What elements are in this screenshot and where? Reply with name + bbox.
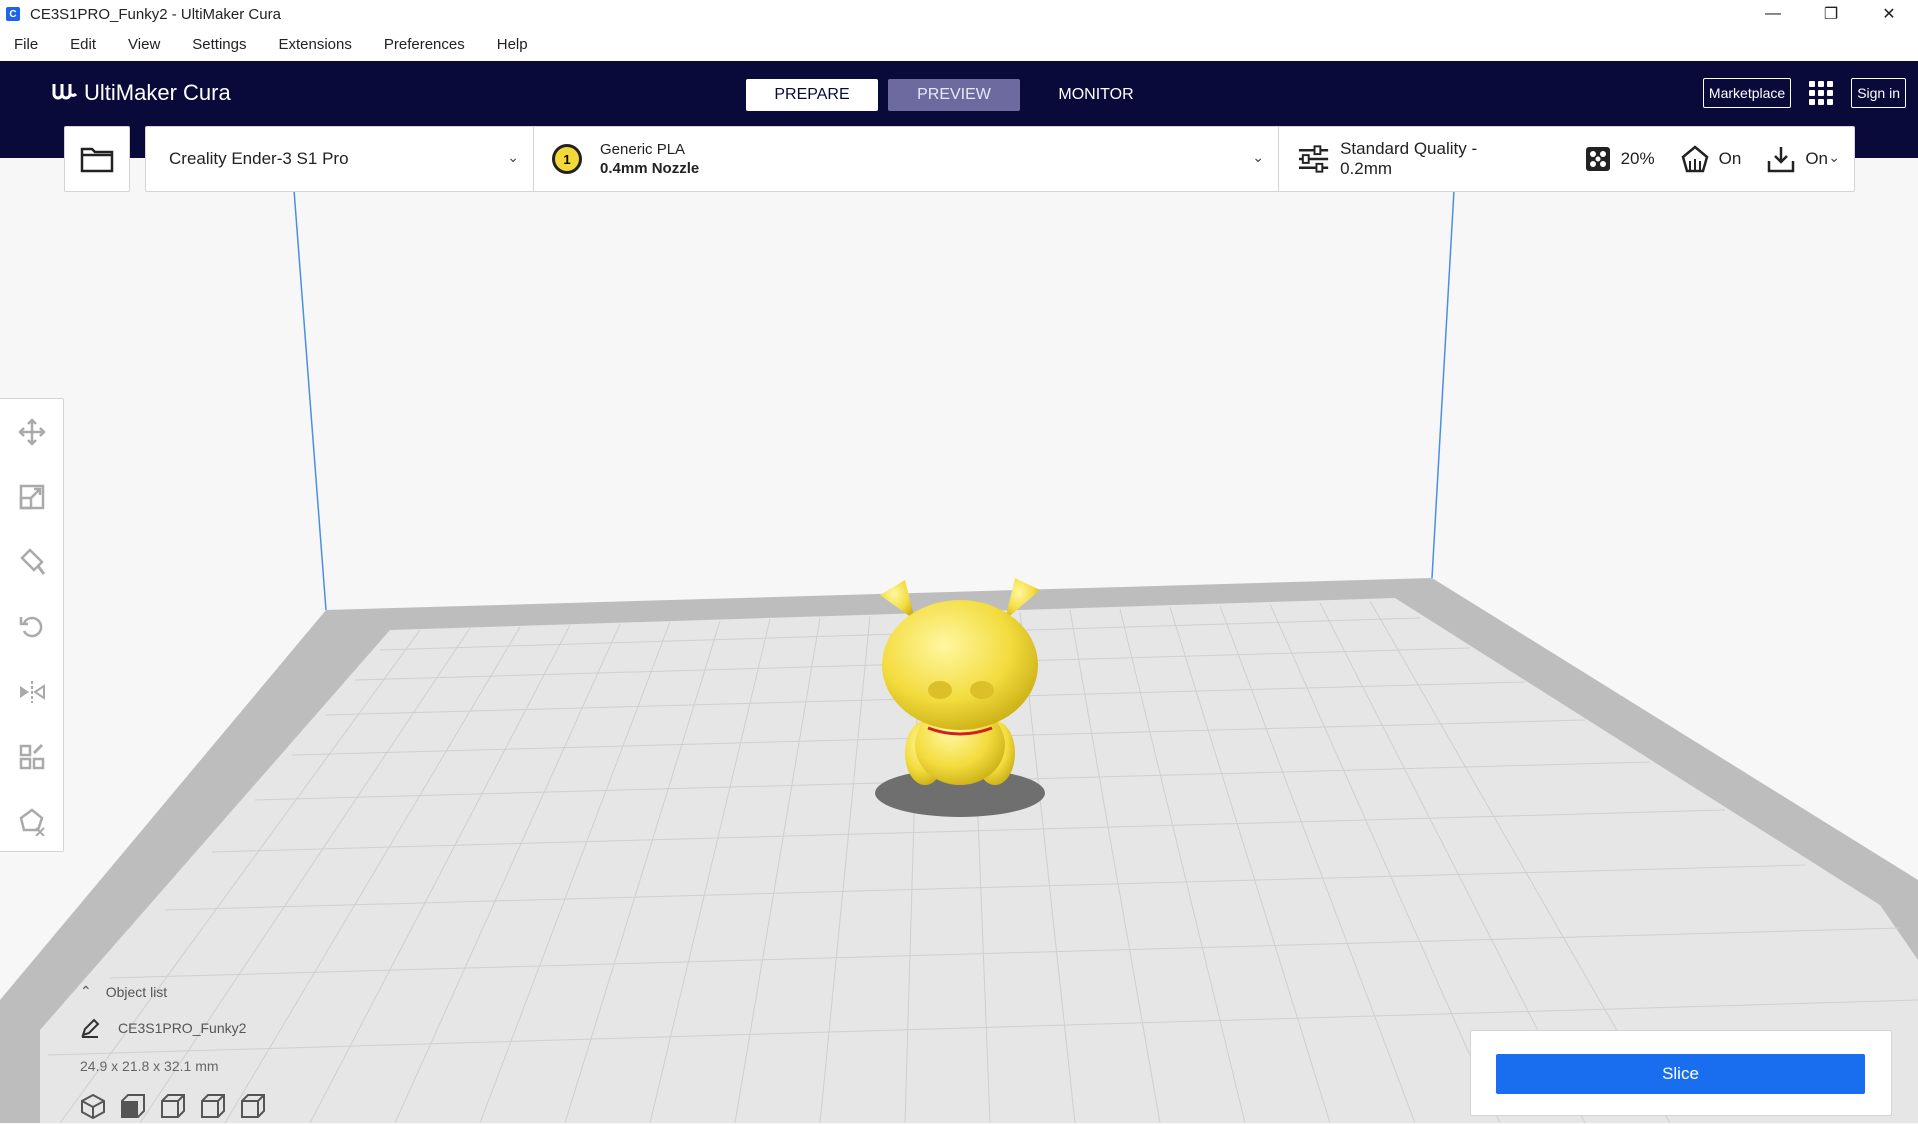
move-icon — [17, 417, 46, 446]
per-model-settings-icon — [19, 743, 44, 769]
slice-button[interactable]: Slice — [1496, 1054, 1865, 1094]
window-titlebar: C CE3S1PRO_Funky2 - UltiMaker Cura — ❐ ✕ — [0, 0, 1918, 28]
printer-selector[interactable]: Creality Ender-3 S1 Pro ⌄ — [146, 127, 534, 191]
slice-panel: Slice — [1470, 1030, 1892, 1116]
object-name: CE3S1PRO_Funky2 — [118, 1020, 247, 1036]
adhesion-icon — [1768, 147, 1795, 173]
support-icon — [1681, 145, 1709, 173]
infill-icon — [1585, 147, 1610, 171]
nozzle-size: 0.4mm Nozzle — [600, 160, 700, 177]
restore-icon[interactable]: ❐ — [1802, 0, 1860, 28]
close-icon[interactable]: ✕ — [1860, 0, 1918, 28]
view-top-icon[interactable] — [160, 1093, 186, 1124]
support-blocker-tool[interactable] — [0, 789, 63, 854]
3d-viewport[interactable] — [0, 158, 1918, 1123]
chevron-down-icon: ⌄ — [1252, 149, 1264, 165]
object-list-item[interactable]: CE3S1PRO_Funky2 — [80, 1018, 246, 1038]
object-dimensions: 24.9 x 21.8 x 32.1 mm — [80, 1058, 219, 1074]
window-title: CE3S1PRO_Funky2 - UltiMaker Cura — [30, 5, 281, 23]
menu-extensions[interactable]: Extensions — [278, 36, 351, 53]
marketplace-button[interactable]: Marketplace — [1702, 78, 1792, 108]
ultimaker-logo: UltiMaker Cura — [52, 80, 231, 106]
menu-help[interactable]: Help — [497, 36, 528, 53]
minimize-icon[interactable]: — — [1744, 0, 1802, 28]
rotate-tool[interactable] — [0, 594, 63, 659]
ultimaker-logo-icon — [52, 80, 78, 106]
mirror-icon — [19, 680, 45, 703]
object-list-header[interactable]: ⌃ Object list — [80, 983, 246, 1000]
profile-name: Standard Quality - 0.2mm — [1340, 139, 1478, 178]
infill-value: 20% — [1620, 149, 1655, 168]
object-list: ⌃ Object list CE3S1PRO_Funky2 — [80, 983, 246, 1038]
tab-monitor[interactable]: MONITOR — [1030, 79, 1162, 111]
sliders-icon — [1298, 145, 1329, 173]
paint-brush-icon — [19, 547, 45, 575]
view-3d-icon[interactable] — [80, 1093, 106, 1124]
view-left-icon[interactable] — [200, 1093, 226, 1124]
menu-preferences[interactable]: Preferences — [384, 36, 465, 53]
support-value: On — [1718, 149, 1742, 168]
menu-settings[interactable]: Settings — [192, 36, 246, 53]
scale-tool[interactable] — [0, 464, 63, 529]
sign-in-button[interactable]: Sign in — [1851, 78, 1906, 108]
chevron-down-icon: ⌄ — [507, 149, 519, 165]
menu-file[interactable]: File — [14, 36, 38, 53]
tab-preview[interactable]: PREVIEW — [888, 79, 1020, 111]
chevron-up-icon: ⌃ — [80, 983, 92, 999]
view-orientation-controls — [80, 1093, 280, 1124]
per-model-settings-tool[interactable] — [0, 724, 63, 789]
rotate-icon — [19, 616, 42, 637]
app-switcher-icon[interactable] — [1809, 81, 1834, 105]
object-list-label: Object list — [105, 983, 168, 1000]
support-blocker-icon — [19, 807, 45, 836]
tab-prepare[interactable]: PREPARE — [746, 79, 878, 111]
tool-panel — [0, 398, 64, 852]
open-file-button[interactable] — [64, 126, 130, 192]
pencil-icon — [81, 1018, 100, 1038]
scale-icon — [19, 484, 44, 509]
chevron-down-icon: ⌄ — [1828, 149, 1840, 165]
paint-tool[interactable] — [0, 529, 63, 594]
cura-app-icon: C — [6, 7, 20, 21]
view-right-icon[interactable] — [240, 1093, 266, 1124]
material-name: Generic PLA — [600, 141, 686, 158]
menu-view[interactable]: View — [128, 36, 160, 53]
material-selector[interactable]: 1 Generic PLA 0.4mm Nozzle ⌄ — [534, 127, 1279, 191]
print-settings-selector[interactable]: Standard Quality - 0.2mm 20% On On ⌄ — [1279, 127, 1854, 191]
logo-text: UltiMaker Cura — [84, 80, 231, 105]
menu-edit[interactable]: Edit — [70, 36, 96, 53]
printer-name: Creality Ender-3 S1 Pro — [169, 149, 349, 168]
configuration-bar: Creality Ender-3 S1 Pro ⌄ 1 Generic PLA … — [145, 126, 1855, 192]
mirror-tool[interactable] — [0, 659, 63, 724]
menu-bar: File Edit View Settings Extensions Prefe… — [0, 28, 1918, 61]
view-front-icon[interactable] — [120, 1093, 146, 1124]
folder-icon — [80, 147, 114, 173]
extruder-badge: 1 — [552, 144, 582, 174]
move-tool[interactable] — [0, 399, 63, 464]
adhesion-value: On — [1805, 149, 1828, 168]
